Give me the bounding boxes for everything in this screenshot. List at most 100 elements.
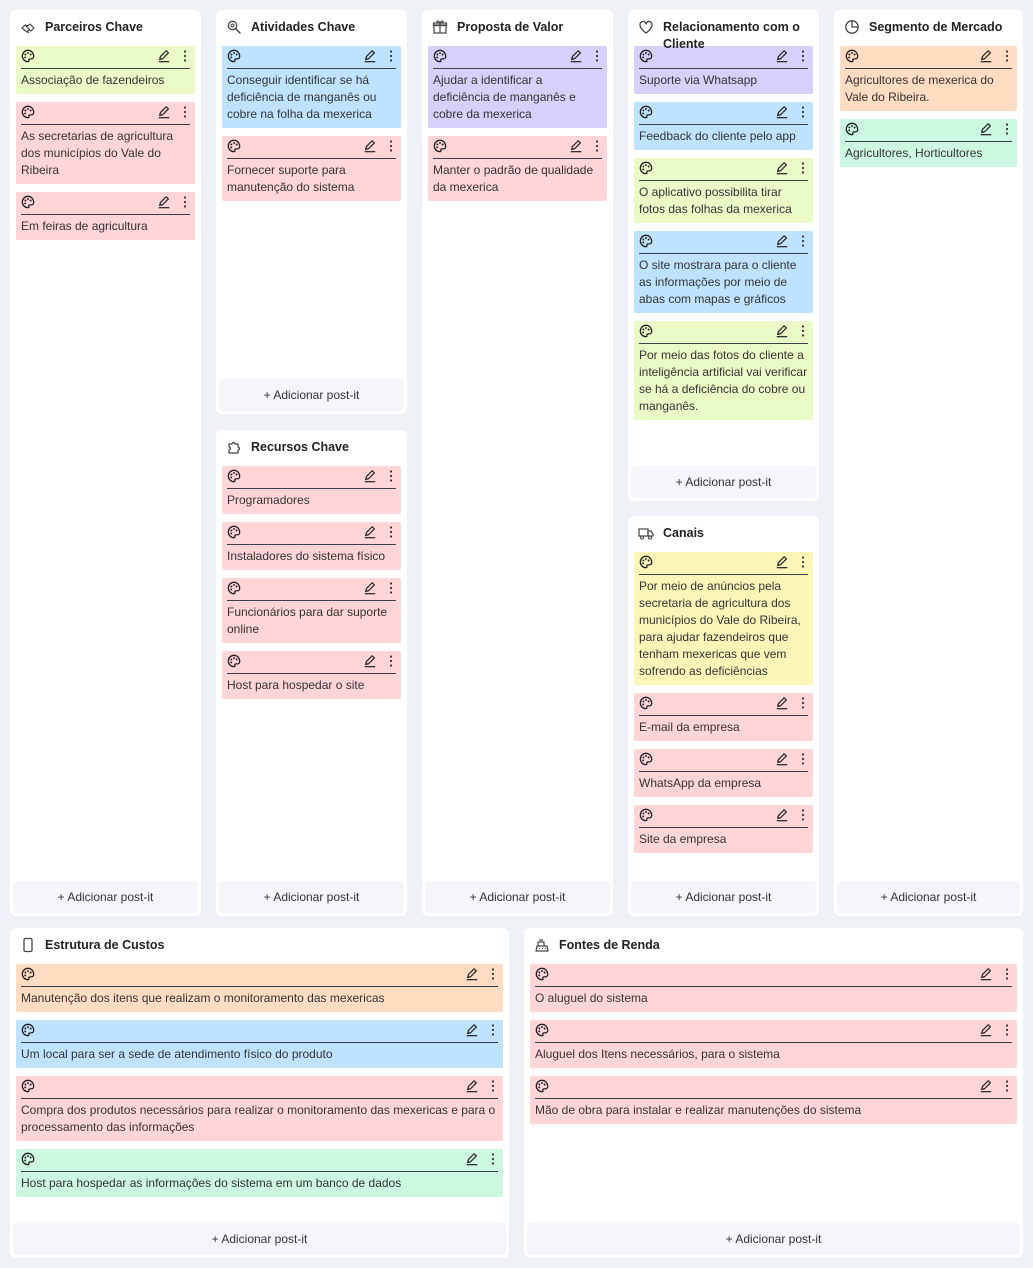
palette-icon[interactable] xyxy=(639,49,653,68)
pencil-icon[interactable] xyxy=(979,967,1005,986)
post-it[interactable]: Por meio das fotos do cliente a inteligê… xyxy=(634,321,813,420)
palette-icon[interactable] xyxy=(21,1152,35,1171)
palette-icon[interactable] xyxy=(21,195,35,214)
more-options-icon[interactable] xyxy=(183,49,190,68)
palette-icon[interactable] xyxy=(227,139,241,158)
palette-icon[interactable] xyxy=(639,161,653,180)
post-it[interactable]: Ajudar a identificar a deficiência de ma… xyxy=(428,46,607,128)
add-post-it-button[interactable]: + Adicionar post-it xyxy=(837,881,1020,913)
more-options-icon[interactable] xyxy=(1005,122,1012,141)
post-it[interactable]: WhatsApp da empresa xyxy=(634,749,813,797)
more-options-icon[interactable] xyxy=(595,139,602,158)
pencil-icon[interactable] xyxy=(363,581,389,600)
more-options-icon[interactable] xyxy=(801,105,808,124)
post-it[interactable]: As secretarias de agricultura dos municí… xyxy=(16,102,195,184)
pencil-icon[interactable] xyxy=(569,49,595,68)
post-it[interactable]: Por meio de anúncios pela secretaria de … xyxy=(634,552,813,685)
more-options-icon[interactable] xyxy=(801,324,808,343)
add-post-it-button[interactable]: + Adicionar post-it xyxy=(13,1223,506,1255)
palette-icon[interactable] xyxy=(639,696,653,715)
palette-icon[interactable] xyxy=(535,1023,549,1042)
more-options-icon[interactable] xyxy=(183,105,190,124)
post-it[interactable]: Manter o padrão de qualidade da mexerica xyxy=(428,136,607,201)
more-options-icon[interactable] xyxy=(801,161,808,180)
more-options-icon[interactable] xyxy=(389,49,396,68)
pencil-icon[interactable] xyxy=(775,49,801,68)
post-it[interactable]: Funcionários para dar suporte online xyxy=(222,578,401,643)
palette-icon[interactable] xyxy=(21,967,35,986)
add-post-it-button[interactable]: + Adicionar post-it xyxy=(13,881,198,913)
pencil-icon[interactable] xyxy=(363,469,389,488)
post-it[interactable]: O aluguel do sistema xyxy=(530,964,1017,1012)
pencil-icon[interactable] xyxy=(775,105,801,124)
post-it[interactable]: Programadores xyxy=(222,466,401,514)
palette-icon[interactable] xyxy=(639,808,653,827)
pencil-icon[interactable] xyxy=(775,696,801,715)
pencil-icon[interactable] xyxy=(979,1079,1005,1098)
add-post-it-button[interactable]: + Adicionar post-it xyxy=(425,881,610,913)
palette-icon[interactable] xyxy=(227,654,241,673)
more-options-icon[interactable] xyxy=(389,581,396,600)
post-it[interactable]: Agricultores de mexerica do Vale do Ribe… xyxy=(840,46,1017,111)
more-options-icon[interactable] xyxy=(491,967,498,986)
more-options-icon[interactable] xyxy=(1005,49,1012,68)
pencil-icon[interactable] xyxy=(775,161,801,180)
post-it[interactable]: Compra dos produtos necessários para rea… xyxy=(16,1076,503,1141)
more-options-icon[interactable] xyxy=(491,1023,498,1042)
post-it[interactable]: Instaladores do sistema físico xyxy=(222,522,401,570)
post-it[interactable]: E-mail da empresa xyxy=(634,693,813,741)
pencil-icon[interactable] xyxy=(775,234,801,253)
palette-icon[interactable] xyxy=(433,139,447,158)
more-options-icon[interactable] xyxy=(1005,1023,1012,1042)
pencil-icon[interactable] xyxy=(157,49,183,68)
palette-icon[interactable] xyxy=(845,49,859,68)
more-options-icon[interactable] xyxy=(1005,1079,1012,1098)
pencil-icon[interactable] xyxy=(465,1079,491,1098)
palette-icon[interactable] xyxy=(535,1079,549,1098)
pencil-icon[interactable] xyxy=(979,122,1005,141)
pencil-icon[interactable] xyxy=(465,1023,491,1042)
post-it[interactable]: Mão de obra para instalar e realizar man… xyxy=(530,1076,1017,1124)
pencil-icon[interactable] xyxy=(157,105,183,124)
palette-icon[interactable] xyxy=(639,105,653,124)
more-options-icon[interactable] xyxy=(389,469,396,488)
palette-icon[interactable] xyxy=(227,581,241,600)
post-it[interactable]: O site mostrara para o cliente as inform… xyxy=(634,231,813,313)
add-post-it-button[interactable]: + Adicionar post-it xyxy=(219,881,404,913)
add-post-it-button[interactable]: + Adicionar post-it xyxy=(219,379,404,411)
palette-icon[interactable] xyxy=(433,49,447,68)
pencil-icon[interactable] xyxy=(465,967,491,986)
post-it[interactable]: Feedback do cliente pelo app xyxy=(634,102,813,150)
post-it[interactable]: Host para hospedar o site xyxy=(222,651,401,699)
more-options-icon[interactable] xyxy=(183,195,190,214)
palette-icon[interactable] xyxy=(227,469,241,488)
palette-icon[interactable] xyxy=(639,234,653,253)
post-it[interactable]: Fornecer suporte para manutenção do sist… xyxy=(222,136,401,201)
palette-icon[interactable] xyxy=(639,324,653,343)
more-options-icon[interactable] xyxy=(1005,967,1012,986)
palette-icon[interactable] xyxy=(21,1023,35,1042)
palette-icon[interactable] xyxy=(227,525,241,544)
more-options-icon[interactable] xyxy=(595,49,602,68)
palette-icon[interactable] xyxy=(21,49,35,68)
more-options-icon[interactable] xyxy=(801,696,808,715)
more-options-icon[interactable] xyxy=(801,808,808,827)
more-options-icon[interactable] xyxy=(389,654,396,673)
pencil-icon[interactable] xyxy=(775,555,801,574)
more-options-icon[interactable] xyxy=(491,1152,498,1171)
palette-icon[interactable] xyxy=(639,555,653,574)
more-options-icon[interactable] xyxy=(801,752,808,771)
pencil-icon[interactable] xyxy=(569,139,595,158)
post-it[interactable]: Suporte via Whatsapp xyxy=(634,46,813,94)
pencil-icon[interactable] xyxy=(157,195,183,214)
pencil-icon[interactable] xyxy=(775,808,801,827)
more-options-icon[interactable] xyxy=(801,234,808,253)
more-options-icon[interactable] xyxy=(801,555,808,574)
more-options-icon[interactable] xyxy=(491,1079,498,1098)
post-it[interactable]: Agricultores, Horticultores xyxy=(840,119,1017,167)
add-post-it-button[interactable]: + Adicionar post-it xyxy=(527,1223,1020,1255)
pencil-icon[interactable] xyxy=(363,654,389,673)
palette-icon[interactable] xyxy=(535,967,549,986)
palette-icon[interactable] xyxy=(21,105,35,124)
add-post-it-button[interactable]: + Adicionar post-it xyxy=(631,881,816,913)
